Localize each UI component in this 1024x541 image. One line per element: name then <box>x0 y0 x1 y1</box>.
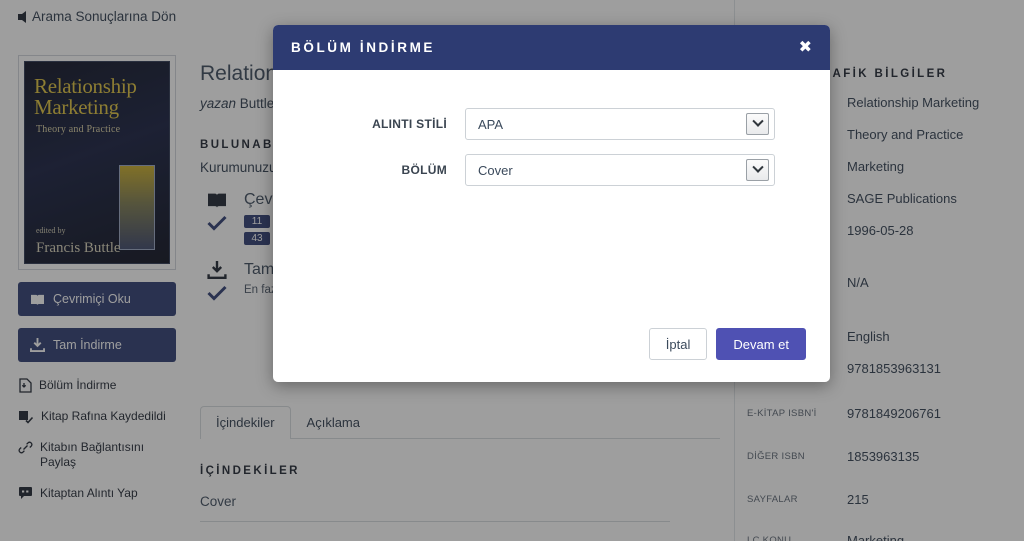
modal-title: BÖLÜM İNDİRME <box>291 40 436 55</box>
form-row-citation-style: ALINTI STİLİ APA <box>317 108 786 140</box>
app-root: Arama Sonuçlarına Dön Relationship Marke… <box>0 0 1024 541</box>
chevron-down-icon[interactable] <box>746 159 769 181</box>
form-row-chapter: BÖLÜM Cover <box>317 154 786 186</box>
modal-header: BÖLÜM İNDİRME ✖ <box>273 25 830 70</box>
citation-style-value: APA <box>478 116 504 132</box>
chapter-value: Cover <box>478 162 513 178</box>
modal-body: ALINTI STİLİ APA BÖLÜM Cover <box>273 70 830 186</box>
chapter-label: BÖLÜM <box>401 163 447 177</box>
confirm-button[interactable]: Devam et <box>716 328 806 360</box>
modal-footer: İptal Devam et <box>648 328 806 360</box>
cancel-button[interactable]: İptal <box>648 328 708 360</box>
citation-style-label: ALINTI STİLİ <box>372 117 447 131</box>
chevron-down-icon[interactable] <box>746 113 769 135</box>
chapter-select[interactable]: Cover <box>465 154 775 186</box>
close-icon[interactable]: ✖ <box>799 39 812 56</box>
chapter-download-modal: BÖLÜM İNDİRME ✖ ALINTI STİLİ APA BÖLÜM C… <box>273 25 830 382</box>
citation-style-select[interactable]: APA <box>465 108 775 140</box>
